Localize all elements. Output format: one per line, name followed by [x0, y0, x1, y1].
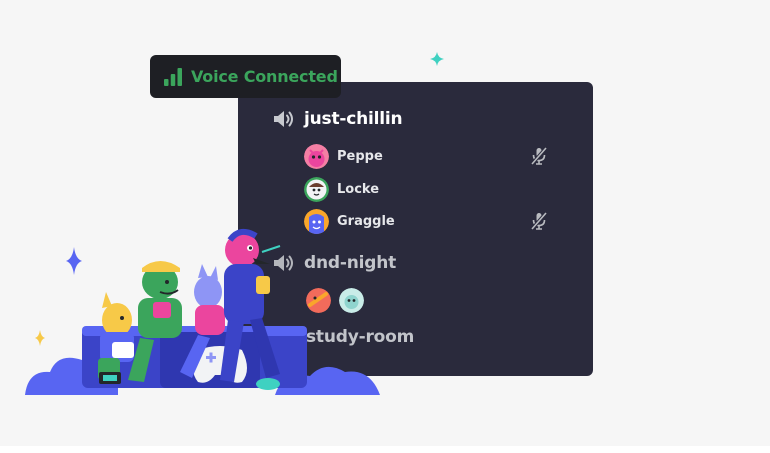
avatar [304, 144, 329, 169]
voice-channel-just-chillin[interactable]: just-chillin [272, 108, 403, 130]
channel-name: just-chillin [304, 109, 403, 129]
friends-hanging-out-illustration [25, 228, 380, 395]
voice-member-peppe[interactable]: Peppe [304, 144, 383, 169]
voice-connected-label: Voice Connected [191, 67, 338, 86]
page-footer-band [0, 446, 770, 453]
speaker-icon [274, 111, 293, 127]
member-name: Peppe [337, 149, 383, 164]
sparkle-icon [430, 52, 444, 66]
voice-connected-badge[interactable]: Voice Connected [150, 55, 341, 98]
signal-bars-icon [164, 67, 182, 86]
muted-mic-icon [530, 146, 548, 166]
member-name: Locke [337, 182, 380, 197]
voice-member-locke[interactable]: Locke [304, 177, 379, 202]
avatar [304, 177, 329, 202]
muted-mic-icon [530, 211, 548, 231]
